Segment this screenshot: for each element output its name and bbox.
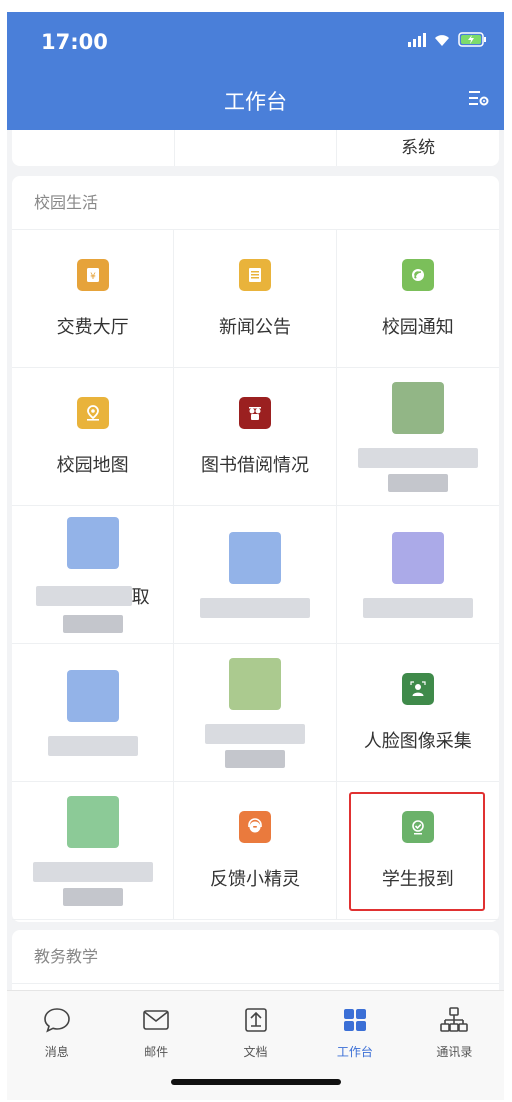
app-label: 人脸图像采集 [363, 730, 472, 752]
app-blurred[interactable] [12, 782, 175, 920]
tab-contacts[interactable]: 通讯录 [405, 991, 504, 1071]
section-title: 校园生活 [12, 176, 499, 230]
app-campus-map[interactable]: 校园地图 [12, 368, 175, 506]
mail-icon [141, 1005, 171, 1035]
prev-cell[interactable] [12, 130, 175, 166]
highlight-box [348, 792, 485, 911]
document-icon [242, 1005, 270, 1035]
blurred-icon [66, 669, 119, 722]
app-blurred[interactable]: 取 [12, 506, 175, 644]
app-feedback[interactable]: 反馈小精灵 [174, 782, 337, 920]
app-label: 校园地图 [56, 454, 129, 476]
signal-icon [408, 32, 426, 47]
svg-text:¥: ¥ [90, 272, 96, 282]
app-library[interactable]: 图书借阅情况 [174, 368, 337, 506]
tab-label: 通讯录 [436, 1045, 473, 1059]
contacts-icon [439, 1005, 469, 1035]
blurred-label-row: 取 [35, 583, 150, 609]
tab-documents[interactable]: 文档 [206, 991, 305, 1071]
library-icon [238, 396, 271, 429]
app-campus-notice[interactable]: 校园通知 [336, 230, 499, 368]
battery-charging-icon [458, 32, 488, 47]
workbench-content[interactable]: 系统 校园生活 ¥ 交费大厅 新闻公告 校园通知 校园地图 图书借阅情况 取 人… [7, 130, 504, 1000]
feedback-icon [238, 810, 271, 843]
tab-messages[interactable]: 消息 [7, 991, 106, 1071]
prev-cell[interactable] [175, 130, 338, 166]
workbench-icon [341, 1005, 369, 1035]
app-blurred[interactable] [336, 506, 499, 644]
face-capture-icon [401, 672, 434, 705]
app-face-capture[interactable]: 人脸图像采集 [336, 644, 499, 782]
status-time: 17:00 [41, 30, 108, 54]
list-settings-icon[interactable] [468, 88, 490, 112]
app-label: 图书借阅情况 [200, 454, 309, 476]
blurred-label [199, 597, 310, 618]
tab-workbench[interactable]: 工作台 [305, 991, 404, 1071]
section-title: 教务教学 [12, 930, 499, 984]
blurred-label [47, 735, 138, 756]
map-icon [76, 396, 109, 429]
tab-label: 工作台 [336, 1045, 373, 1059]
tab-label: 文档 [243, 1045, 268, 1059]
blurred-icon [228, 657, 281, 710]
tab-label: 消息 [44, 1045, 69, 1059]
news-icon [238, 258, 271, 291]
app-blurred[interactable] [174, 644, 337, 782]
app-blurred[interactable] [336, 368, 499, 506]
app-payment-hall[interactable]: ¥ 交费大厅 [12, 230, 175, 368]
campus-life-card: 校园生活 ¥ 交费大厅 新闻公告 校园通知 校园地图 图书借阅情况 取 人脸图像… [12, 176, 499, 922]
blurred-icon [391, 381, 444, 434]
prev-cell[interactable]: 系统 [337, 130, 499, 166]
blurred-icon [228, 531, 281, 584]
blurred-icon [66, 516, 119, 569]
app-label: 校园通知 [381, 316, 454, 338]
bottom-tab-bar: 消息 邮件 文档 工作台 通讯录 [7, 990, 504, 1100]
blurred-label [204, 723, 305, 744]
app-label: 反馈小精灵 [209, 868, 300, 890]
payment-hall-icon: ¥ [76, 258, 109, 291]
app-label: 新闻公告 [218, 316, 291, 338]
app-label: 取 [131, 586, 150, 608]
blurred-label [224, 749, 285, 768]
tab-mail[interactable]: 邮件 [106, 991, 205, 1071]
app-header: 17:00 工作台 [7, 12, 504, 130]
page-title: 工作台 [224, 90, 287, 114]
app-news[interactable]: 新闻公告 [174, 230, 337, 368]
app-student-checkin[interactable]: 学生报到 [336, 782, 499, 920]
blurred-label [35, 585, 132, 606]
blurred-icon [66, 795, 119, 848]
tab-label: 邮件 [144, 1045, 169, 1059]
status-icons [408, 32, 488, 47]
notice-icon [401, 258, 434, 291]
previous-section-card: 系统 [12, 130, 499, 166]
app-label: 交费大厅 [56, 316, 129, 338]
message-icon [42, 1005, 72, 1035]
blurred-label [387, 473, 448, 492]
wifi-icon [432, 32, 452, 47]
blurred-label [32, 861, 153, 882]
phone-screen: 17:00 工作台 系统 校园生活 ¥ 交费大厅 新闻公告 校园通知 校园地图 … [7, 12, 504, 1100]
blurred-label [357, 447, 478, 468]
campus-app-grid: ¥ 交费大厅 新闻公告 校园通知 校园地图 图书借阅情况 取 人脸图像采集 反馈… [12, 230, 499, 920]
blurred-label [362, 597, 473, 618]
prev-cell-label: 系统 [401, 138, 436, 158]
blurred-icon [391, 531, 444, 584]
blurred-label [62, 887, 123, 906]
app-blurred[interactable] [174, 506, 337, 644]
app-blurred[interactable] [12, 644, 175, 782]
blurred-label [62, 614, 123, 633]
home-indicator[interactable] [171, 1079, 341, 1085]
